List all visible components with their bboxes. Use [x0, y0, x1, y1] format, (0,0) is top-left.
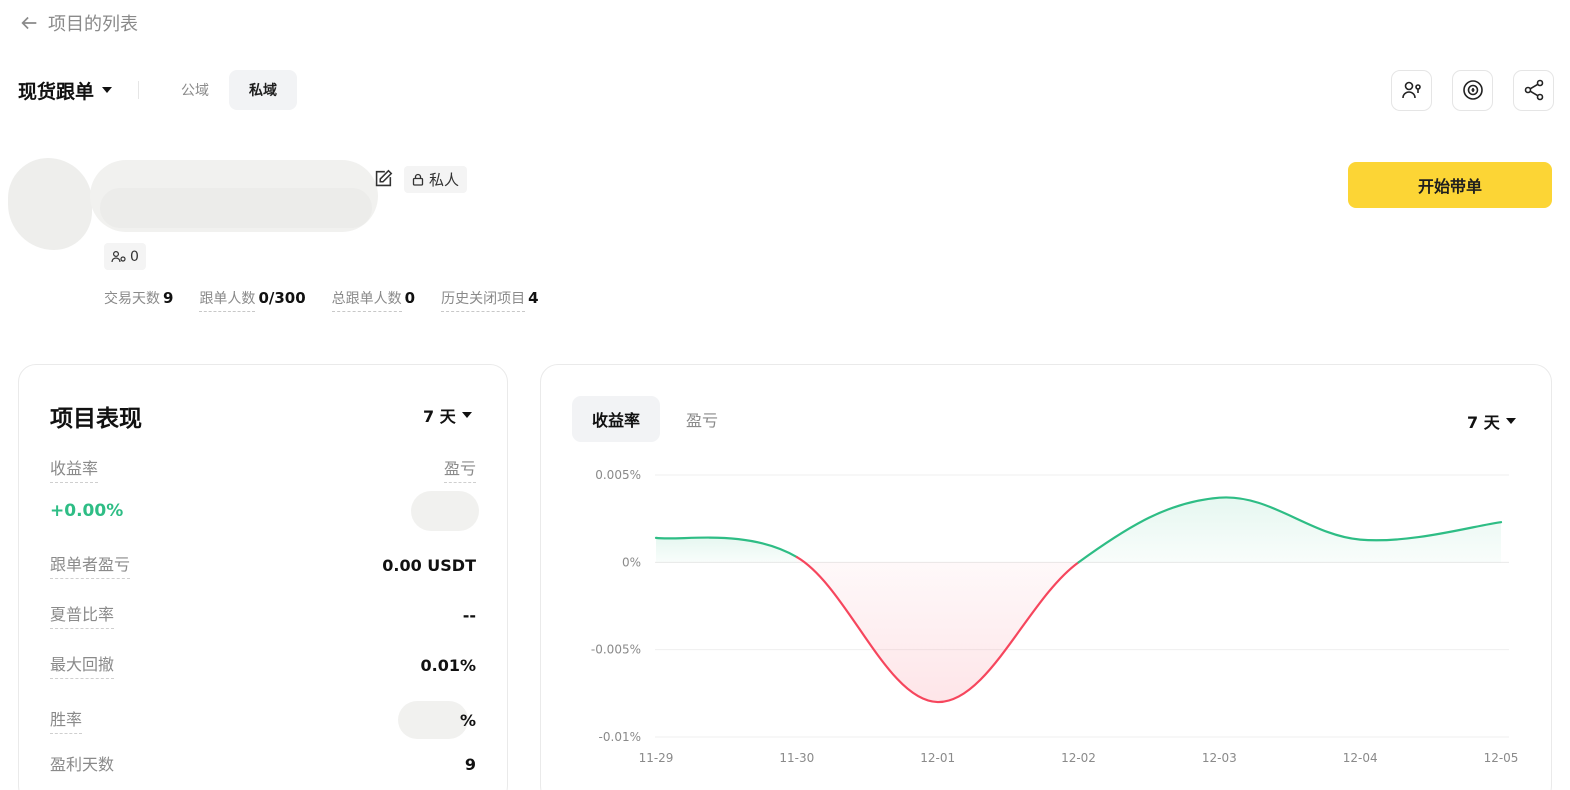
stat-total-copiers: 总跟单人数 0 — [331, 288, 416, 312]
stat-label: 交易天数 — [104, 291, 160, 307]
tab-public[interactable]: 公域 — [161, 70, 229, 110]
caret-down-icon — [461, 412, 472, 418]
x-tick-label: 11-30 — [779, 751, 814, 765]
metric-label[interactable]: 夏普比率 — [50, 601, 115, 629]
share-button[interactable] — [1513, 69, 1554, 111]
winrate-value-wrap: % — [397, 701, 476, 739]
copy-coin-icon — [1462, 80, 1483, 100]
y-tick-label: 0.005% — [595, 468, 641, 482]
metric-value: % — [459, 710, 476, 730]
y-tick-label: -0.005% — [591, 643, 641, 657]
mode-select[interactable]: 现货跟单 — [18, 77, 113, 104]
x-tick-label: 11-29 — [639, 751, 674, 765]
metric-value: 0.00 USDT — [382, 555, 476, 575]
edit-icon[interactable] — [372, 168, 394, 190]
area-fill — [656, 537, 797, 563]
metric-label[interactable]: 跟单者盈亏 — [50, 551, 131, 579]
stat-copiers: 跟单人数 0/300 — [199, 288, 306, 312]
x-tick-label: 12-01 — [920, 751, 955, 765]
users-icon — [111, 250, 126, 262]
stat-value: 9 — [163, 289, 174, 307]
metric-row-headers: 收益率 盈亏 — [50, 455, 476, 483]
y-tick-label: 0% — [622, 555, 641, 569]
metric-row: 夏普比率 -- — [50, 601, 476, 629]
user-settings-icon — [1401, 81, 1421, 99]
header-actions — [1391, 69, 1554, 111]
x-tick-label: 12-02 — [1061, 751, 1096, 765]
caret-down-icon — [102, 87, 113, 93]
stat-trading-days: 交易天数 9 — [104, 288, 173, 312]
pnl-value-redacted — [411, 491, 479, 531]
metric-row: 跟单者盈亏 0.00 USDT — [50, 551, 476, 579]
divider — [138, 81, 140, 99]
metric-label[interactable]: 胜率 — [50, 706, 83, 734]
chart-card: 收益率 盈亏 7 天 0.005% 0% -0.005% -0.01% 11-29 11-… — [540, 364, 1552, 790]
start-lead-button[interactable]: 开始带单 — [1348, 162, 1552, 208]
metric-row-values: +0.00% — [50, 491, 479, 531]
area-fill — [796, 557, 1079, 703]
metric-row: 盈利天数 9 — [50, 751, 476, 778]
stat-label[interactable]: 总跟单人数 — [331, 288, 402, 312]
metric-row: 胜率 % — [50, 701, 476, 739]
metric-label[interactable]: 盈利天数 — [50, 751, 114, 778]
metric-value: -- — [462, 605, 476, 625]
performance-title: 项目表现 — [50, 406, 142, 432]
profile-stats: 交易天数 9 跟单人数 0/300 总跟单人数 0 历史关闭项目 4 — [104, 288, 539, 312]
copy-coin-button[interactable] — [1452, 69, 1493, 111]
top-bar: 现货跟单 公域 私域 — [18, 69, 1554, 111]
share-icon — [1524, 79, 1543, 101]
stat-label[interactable]: 历史关闭项目 — [441, 288, 526, 312]
roi-label[interactable]: 收益率 — [50, 455, 99, 483]
roi-value: +0.00% — [50, 501, 124, 521]
project-name-redacted-2 — [100, 188, 372, 228]
stat-closed-projects: 历史关闭项目 4 — [441, 288, 539, 312]
stat-value: 4 — [528, 289, 539, 307]
mode-select-label: 现货跟单 — [18, 80, 95, 103]
private-badge-label: 私人 — [429, 171, 460, 189]
performance-period-select[interactable]: 7 天 — [423, 403, 472, 427]
metric-value: 9 — [464, 755, 476, 774]
x-tick-label: 12-05 — [1484, 751, 1519, 765]
user-settings-button[interactable] — [1391, 69, 1432, 111]
stat-value: 0/300 — [258, 289, 306, 307]
stat-value: 0 — [404, 289, 416, 307]
private-badge: 私人 — [404, 166, 468, 193]
follower-count: 0 — [130, 248, 139, 265]
winrate-value-redacted — [397, 701, 468, 739]
x-tick-label: 12-03 — [1202, 751, 1237, 765]
arrow-left-icon — [21, 16, 37, 30]
metric-label[interactable]: 最大回撤 — [50, 651, 115, 679]
metric-row: 最大回撤 0.01% — [50, 651, 476, 679]
lock-icon — [412, 173, 424, 186]
roi-chart: 0.005% 0% -0.005% -0.01% 11-29 11-30 12-01 12-0… — [591, 468, 1519, 765]
x-tick-label: 12-04 — [1343, 751, 1378, 765]
area-fill — [1078, 497, 1501, 563]
avatar — [8, 158, 92, 250]
metric-value: 0.01% — [420, 655, 476, 675]
back-link-label: 项目的列表 — [48, 14, 138, 35]
tab-private[interactable]: 私域 — [229, 70, 298, 110]
pnl-label[interactable]: 盈亏 — [443, 455, 476, 483]
performance-card: 项目表现 7 天 收益率 盈亏 +0.00% 跟单者盈亏 0.00 USDT 夏… — [18, 364, 508, 790]
period-label: 7 天 — [423, 407, 456, 426]
back-link[interactable]: 项目的列表 — [18, 10, 138, 36]
follower-count-badge: 0 — [104, 243, 146, 270]
y-tick-label: -0.01% — [599, 730, 641, 744]
stat-label[interactable]: 跟单人数 — [199, 288, 256, 312]
